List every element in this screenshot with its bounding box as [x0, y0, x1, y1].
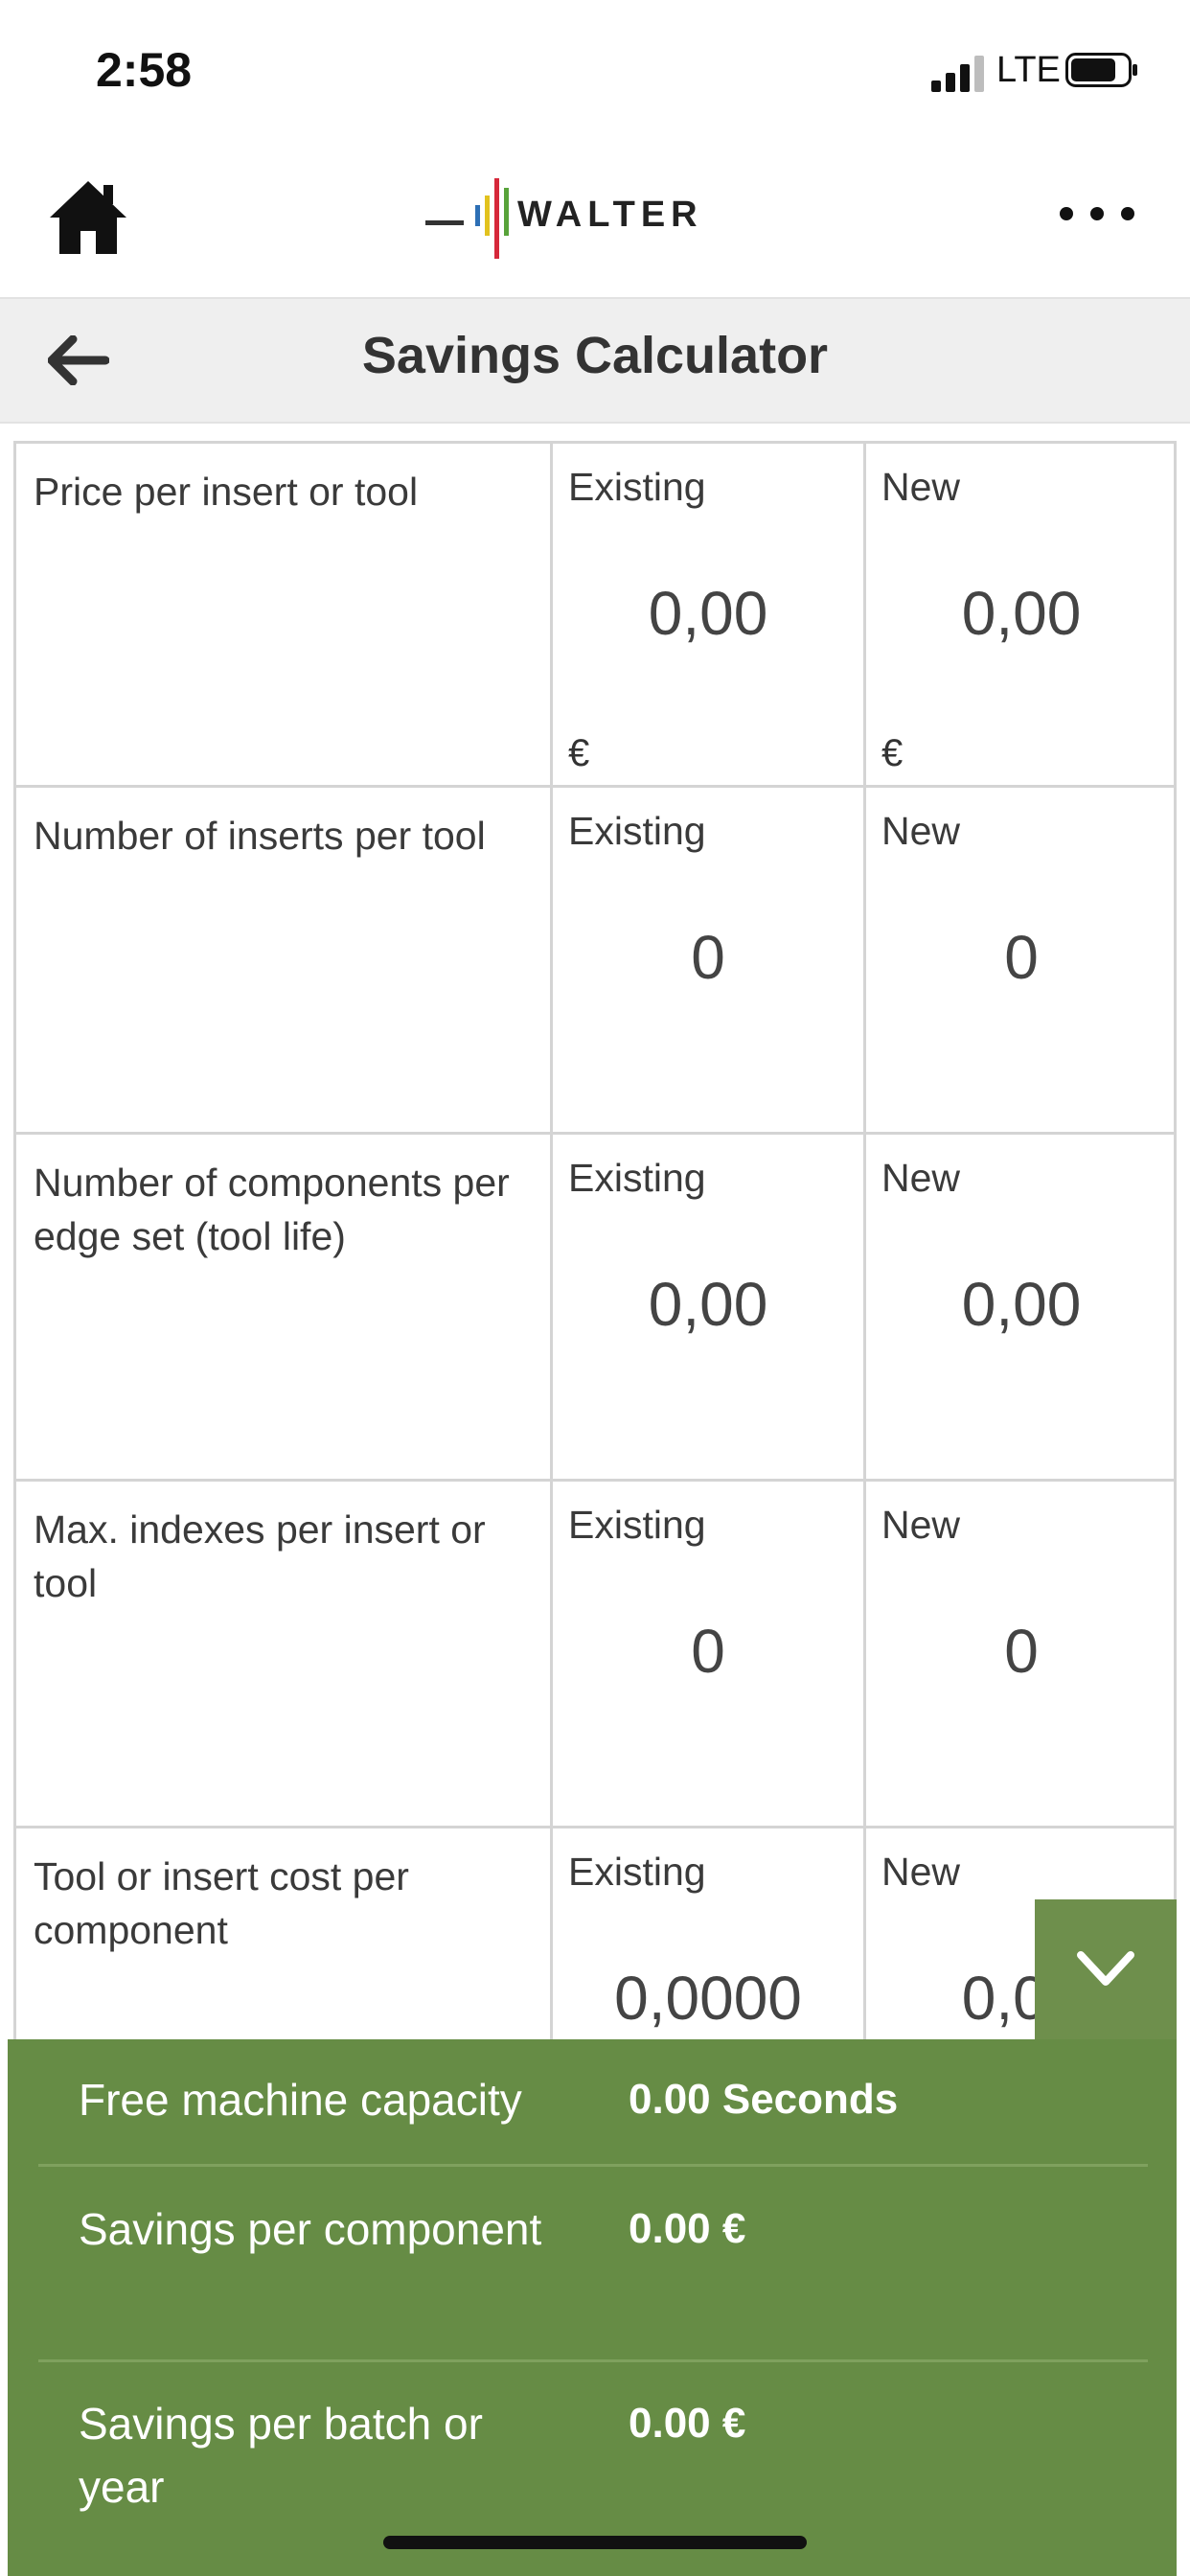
existing-header: Existing: [568, 465, 706, 509]
divider: [38, 2164, 1148, 2167]
new-components-input[interactable]: New 0,00: [866, 1135, 1177, 1479]
existing-header: Existing: [568, 1156, 706, 1200]
input-row-indexes: Max. indexes per insert or tool Existing…: [13, 1482, 1177, 1828]
input-row-components: Number of components per edge set (tool …: [13, 1135, 1177, 1482]
new-header: New: [881, 465, 961, 509]
results-panel: Free machine capacity 0.00 Seconds Savin…: [8, 2039, 1177, 2576]
existing-value[interactable]: 0: [553, 1616, 863, 1687]
result-value: 0.00 Seconds: [629, 2076, 899, 2123]
result-label: Savings per batch or year: [79, 2399, 483, 2512]
new-indexes-input[interactable]: New 0: [866, 1482, 1177, 1826]
home-indicator[interactable]: [383, 2536, 807, 2549]
home-icon[interactable]: [48, 177, 128, 258]
result-value: 0.00 €: [629, 2205, 746, 2252]
existing-indexes-input[interactable]: Existing 0: [553, 1482, 866, 1826]
new-inserts-input[interactable]: New 0: [866, 788, 1177, 1132]
existing-price-input[interactable]: Existing 0,00 €: [553, 444, 866, 785]
existing-header: Existing: [568, 809, 706, 853]
new-header: New: [881, 1156, 961, 1200]
existing-value[interactable]: 0: [553, 922, 863, 993]
existing-header: Existing: [568, 1850, 706, 1894]
result-label: Savings per component: [79, 2204, 542, 2254]
new-header: New: [881, 1850, 961, 1894]
cellular-signal-icon: [931, 56, 984, 92]
collapse-results-button[interactable]: [1035, 1899, 1177, 2041]
existing-value[interactable]: 0,00: [553, 1269, 863, 1340]
new-value[interactable]: 0,00: [866, 578, 1177, 649]
battery-icon: [1065, 53, 1137, 87]
existing-components-input[interactable]: Existing 0,00: [553, 1135, 866, 1479]
row-label: Max. indexes per insert or tool: [34, 1507, 486, 1605]
row-label: Number of components per edge set (tool …: [34, 1161, 510, 1258]
result-label: Free machine capacity: [79, 2075, 522, 2125]
input-row-inserts: Number of inserts per tool Existing 0 Ne…: [13, 788, 1177, 1135]
row-label: Price per insert or tool: [34, 470, 419, 514]
input-row-price: Price per insert or tool Existing 0,00 €…: [13, 441, 1177, 788]
new-value[interactable]: 0: [866, 922, 1177, 993]
logo-text: WALTER: [517, 195, 703, 235]
walter-logo[interactable]: WALTER: [425, 172, 767, 264]
existing-value: 0,0000: [614, 1964, 802, 2033]
more-icon[interactable]: [1058, 199, 1136, 228]
existing-inserts-input[interactable]: Existing 0: [553, 788, 866, 1132]
new-header: New: [881, 1503, 961, 1547]
new-value[interactable]: 0,00: [866, 1269, 1177, 1340]
new-header: New: [881, 809, 961, 853]
new-price-input[interactable]: New 0,00 €: [866, 444, 1177, 785]
page-title: Savings Calculator: [361, 327, 829, 384]
result-value: 0.00 €: [629, 2400, 746, 2447]
row-label: Number of inserts per tool: [34, 814, 486, 858]
status-bar: 2:58 LTE: [0, 0, 1190, 144]
currency-unit: €: [568, 732, 590, 774]
chevron-down-icon: [1077, 1951, 1134, 1986]
network-type: LTE: [996, 50, 1061, 90]
status-time: 2:58: [96, 43, 193, 97]
divider: [38, 2359, 1148, 2362]
row-label: Tool or insert cost per component: [34, 1854, 409, 1952]
new-value[interactable]: 0: [866, 1616, 1177, 1687]
existing-value[interactable]: 0,00: [553, 578, 863, 649]
existing-header: Existing: [568, 1503, 706, 1547]
currency-unit: €: [881, 732, 904, 774]
